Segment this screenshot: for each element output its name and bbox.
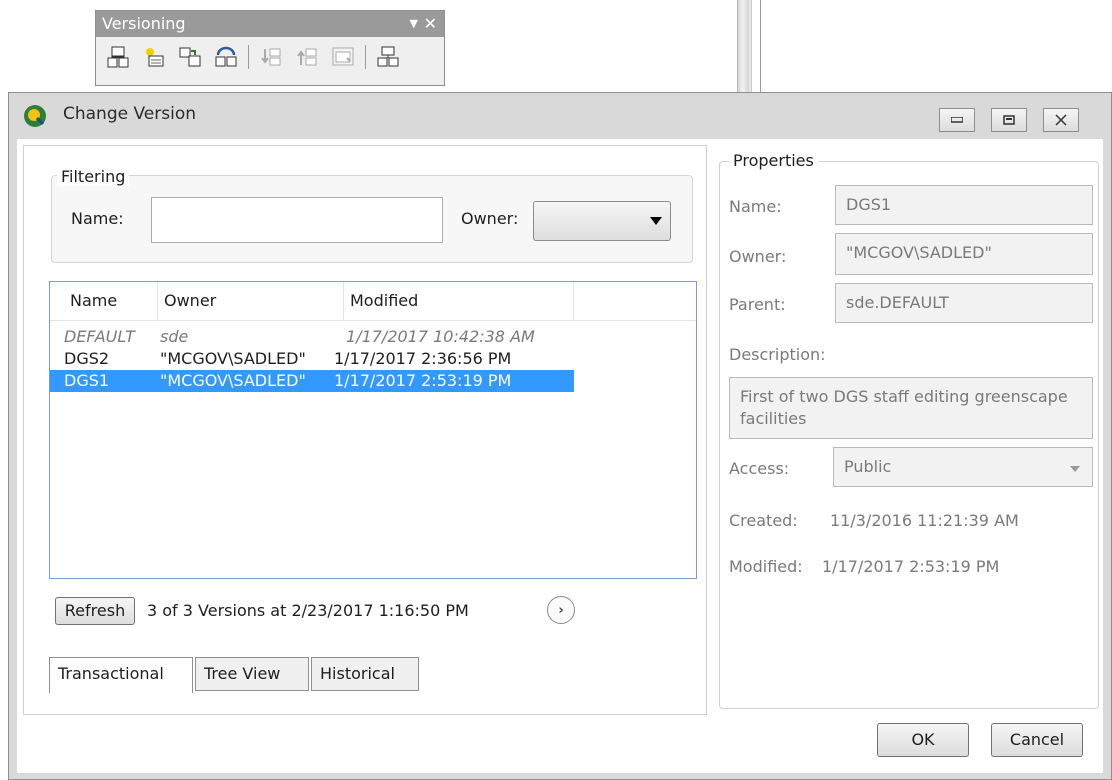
conflicts-icon[interactable] [329, 43, 357, 71]
next-page-icon[interactable]: › [547, 596, 575, 624]
versioning-toolbar-titlebar[interactable]: Versioning ▼ ✕ [96, 11, 444, 37]
version-modified: 1/17/2017 10:42:38 AM [346, 327, 535, 346]
refresh-version-icon[interactable] [212, 43, 240, 71]
filter-name-label: Name: [71, 209, 124, 228]
column-header-modified[interactable]: Modified [344, 282, 574, 320]
ok-button[interactable]: OK [877, 723, 969, 757]
change-version-icon[interactable] [176, 43, 204, 71]
version-changes-icon[interactable] [374, 43, 402, 71]
version-row-selected[interactable]: DGS1 "MCGOV\SADLED" 1/17/2017 2:53:19 PM [50, 370, 574, 392]
minimize-button[interactable] [939, 108, 975, 132]
filtering-legend: Filtering [57, 167, 130, 186]
toolbar-separator [248, 45, 249, 69]
prop-description-label: Description: [729, 345, 826, 364]
column-header-name[interactable]: Name [64, 282, 158, 320]
dialog-titlebar[interactable]: Change Version [9, 93, 1111, 137]
properties-legend: Properties [729, 151, 818, 170]
version-list-header: Name Owner Modified [50, 282, 696, 321]
version-name: DGS1 [64, 371, 110, 390]
tab-tree-view[interactable]: Tree View [195, 657, 309, 691]
prop-access-dropdown: Public [833, 447, 1093, 487]
panel-border [760, 0, 761, 92]
dropdown-arrow-icon [650, 217, 662, 225]
version-owner: sde [160, 327, 189, 346]
version-list[interactable]: Name Owner Modified DEFAULT sde 1/17/201… [49, 281, 697, 579]
version-row[interactable]: DGS2 "MCGOV\SADLED" 1/17/2017 2:36:56 PM [50, 348, 696, 370]
prop-modified-label: Modified: [729, 557, 803, 576]
prop-created-value: 11/3/2016 11:21:39 AM [830, 511, 1019, 530]
version-name: DGS2 [64, 349, 110, 368]
toolbar-menu-icon[interactable]: ▼ [410, 11, 418, 37]
prop-created-label: Created: [729, 511, 798, 530]
app-logo-icon [23, 104, 47, 132]
prop-parent-field: sde.DEFAULT [835, 283, 1093, 323]
toolbar-separator [365, 45, 366, 69]
post-icon[interactable] [293, 43, 321, 71]
reconcile-icon[interactable] [257, 43, 285, 71]
prop-name-field: DGS1 [835, 185, 1093, 225]
tab-historical[interactable]: Historical [311, 657, 419, 691]
versioning-toolbar-title: Versioning [102, 14, 186, 33]
column-header-owner[interactable]: Owner [158, 282, 344, 320]
dialog-title: Change Version [63, 104, 197, 124]
panel-edge [749, 0, 752, 92]
prop-name-label: Name: [729, 197, 782, 216]
close-button[interactable] [1043, 108, 1079, 132]
filter-name-input[interactable] [151, 197, 443, 243]
refresh-button[interactable]: Refresh [55, 597, 135, 625]
version-count-status: 3 of 3 Versions at 2/23/2017 1:16:50 PM [147, 601, 469, 620]
toolbar-close-icon[interactable]: ✕ [424, 11, 437, 37]
dialog-client-area: Filtering Name: Owner: Name Owner Modifi… [17, 139, 1103, 773]
prop-modified-value: 1/17/2017 2:53:19 PM [822, 557, 1000, 576]
version-name: DEFAULT [64, 327, 135, 346]
versioning-toolbar: Versioning ▼ ✕ [95, 10, 445, 86]
prop-owner-label: Owner: [729, 247, 787, 266]
filter-owner-label: Owner: [461, 209, 519, 228]
version-modified: 1/17/2017 2:53:19 PM [334, 371, 512, 390]
prop-parent-label: Parent: [729, 295, 786, 314]
tab-transactional[interactable]: Transactional [49, 657, 193, 693]
prop-access-label: Access: [729, 459, 790, 478]
version-owner: "MCGOV\SADLED" [160, 349, 306, 368]
prop-owner-field: "MCGOV\SADLED" [835, 233, 1093, 275]
version-row[interactable]: DEFAULT sde 1/17/2017 10:42:38 AM [50, 326, 696, 348]
filter-owner-dropdown[interactable] [533, 201, 671, 241]
version-modified: 1/17/2017 2:36:56 PM [334, 349, 512, 368]
cancel-button[interactable]: Cancel [991, 723, 1083, 757]
dropdown-arrow-icon [1070, 466, 1080, 472]
prop-description-field: First of two DGS staff editing greenscap… [729, 377, 1093, 439]
version-owner: "MCGOV\SADLED" [160, 371, 306, 390]
create-version-icon[interactable] [140, 43, 168, 71]
prop-access-value: Public [844, 457, 892, 476]
version-manager-icon[interactable] [104, 43, 132, 71]
change-version-dialog: Change Version Filtering Name: Owner: Na… [8, 92, 1112, 780]
maximize-button[interactable] [991, 108, 1027, 132]
